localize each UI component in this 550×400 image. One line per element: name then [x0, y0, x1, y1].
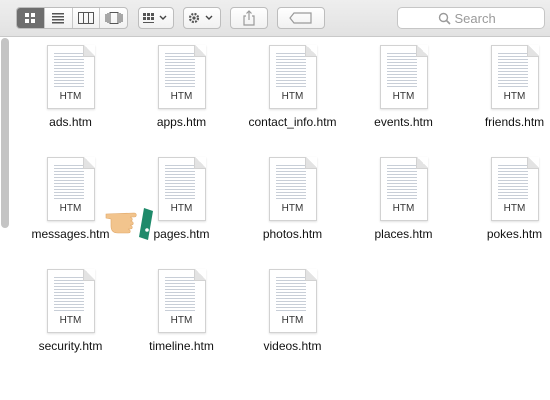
file-extension-label: HTM — [170, 91, 193, 102]
file-name: messages.htm — [31, 227, 110, 241]
file-name: security.htm — [38, 339, 103, 353]
edit-tags-button[interactable] — [277, 7, 325, 29]
htm-document-icon: HTM — [157, 45, 206, 109]
file-name: timeline.htm — [149, 339, 214, 353]
tag-icon — [289, 12, 312, 24]
action-button[interactable] — [183, 7, 221, 29]
file-item[interactable]: HTM places.htm — [348, 157, 459, 269]
columns-icon — [77, 12, 94, 24]
document-preview-lines — [275, 53, 306, 89]
document-preview-lines — [53, 277, 84, 313]
htm-document-icon: HTM — [157, 157, 206, 221]
htm-document-icon: HTM — [268, 157, 317, 221]
file-extension-label: HTM — [170, 203, 193, 214]
htm-document-icon: HTM — [157, 269, 206, 333]
file-name: contact_info.htm — [248, 115, 337, 129]
document-preview-lines — [164, 165, 195, 201]
htm-document-icon: HTM — [379, 45, 428, 109]
file-item[interactable]: HTM friends.htm — [459, 45, 550, 157]
document-preview-lines — [164, 53, 195, 89]
hand-pointer-cursor-icon — [105, 208, 153, 240]
file-item[interactable]: HTM pokes.htm — [459, 157, 550, 269]
file-name: pokes.htm — [486, 227, 543, 241]
document-preview-lines — [53, 53, 84, 89]
file-extension-label: HTM — [59, 91, 82, 102]
file-item[interactable]: HTM ads.htm — [15, 45, 126, 157]
share-icon — [243, 10, 255, 26]
file-extension-label: HTM — [281, 203, 304, 214]
htm-document-icon: HTM — [379, 157, 428, 221]
search-field[interactable] — [397, 7, 545, 29]
htm-document-icon: HTM — [46, 269, 95, 333]
search-input[interactable] — [454, 10, 505, 26]
file-extension-label: HTM — [503, 203, 526, 214]
file-extension-label: HTM — [59, 315, 82, 326]
column-view-button[interactable] — [73, 8, 101, 28]
file-name: videos.htm — [263, 339, 322, 353]
finder-toolbar — [0, 0, 550, 37]
gear-icon — [188, 12, 213, 24]
file-extension-label: HTM — [59, 203, 82, 214]
file-name: photos.htm — [262, 227, 323, 241]
search-icon — [438, 12, 451, 25]
htm-document-icon: HTM — [46, 45, 95, 109]
file-item[interactable]: HTM videos.htm — [237, 269, 348, 381]
file-extension-label: HTM — [392, 91, 415, 102]
htm-document-icon: HTM — [490, 157, 539, 221]
cover-flow-view-button[interactable] — [100, 8, 127, 28]
document-preview-lines — [497, 53, 528, 89]
file-icon-grid: HTM ads.htm HTM apps.htm HTM contact_info.htm… — [15, 45, 550, 381]
cover-flow-icon — [105, 12, 123, 24]
file-item[interactable]: HTM apps.htm — [126, 45, 237, 157]
htm-document-icon: HTM — [46, 157, 95, 221]
share-button[interactable] — [230, 7, 268, 29]
icon-view-button[interactable] — [17, 8, 45, 28]
file-item[interactable]: HTM security.htm — [15, 269, 126, 381]
chevron-down-icon — [159, 15, 167, 20]
htm-document-icon: HTM — [268, 45, 317, 109]
file-name: places.htm — [374, 227, 433, 241]
arrange-button[interactable] — [138, 7, 174, 29]
file-item[interactable]: HTM photos.htm — [237, 157, 348, 269]
document-preview-lines — [386, 165, 417, 201]
vertical-scrollbar[interactable] — [1, 38, 9, 228]
file-name: friends.htm — [484, 115, 545, 129]
document-preview-lines — [53, 165, 84, 201]
document-preview-lines — [164, 277, 195, 313]
file-extension-label: HTM — [170, 315, 193, 326]
document-preview-lines — [275, 165, 306, 201]
file-name: apps.htm — [156, 115, 207, 129]
file-extension-label: HTM — [503, 91, 526, 102]
document-preview-lines — [497, 165, 528, 201]
file-item[interactable]: HTM timeline.htm — [126, 269, 237, 381]
file-name: events.htm — [374, 115, 433, 129]
list-view-button[interactable] — [45, 8, 73, 28]
icon-grid-icon — [25, 13, 36, 23]
htm-document-icon: HTM — [490, 45, 539, 109]
document-preview-lines — [275, 277, 306, 313]
view-mode-segmented-control — [16, 7, 128, 29]
htm-document-icon: HTM — [268, 269, 317, 333]
file-extension-label: HTM — [281, 91, 304, 102]
document-preview-lines — [386, 53, 417, 89]
file-item[interactable]: HTM contact_info.htm — [237, 45, 348, 157]
file-name: ads.htm — [49, 115, 92, 129]
file-extension-label: HTM — [392, 203, 415, 214]
file-item[interactable]: HTM events.htm — [348, 45, 459, 157]
file-extension-label: HTM — [281, 315, 304, 326]
list-lines-icon — [52, 13, 65, 24]
arrange-grid-icon — [143, 13, 167, 23]
